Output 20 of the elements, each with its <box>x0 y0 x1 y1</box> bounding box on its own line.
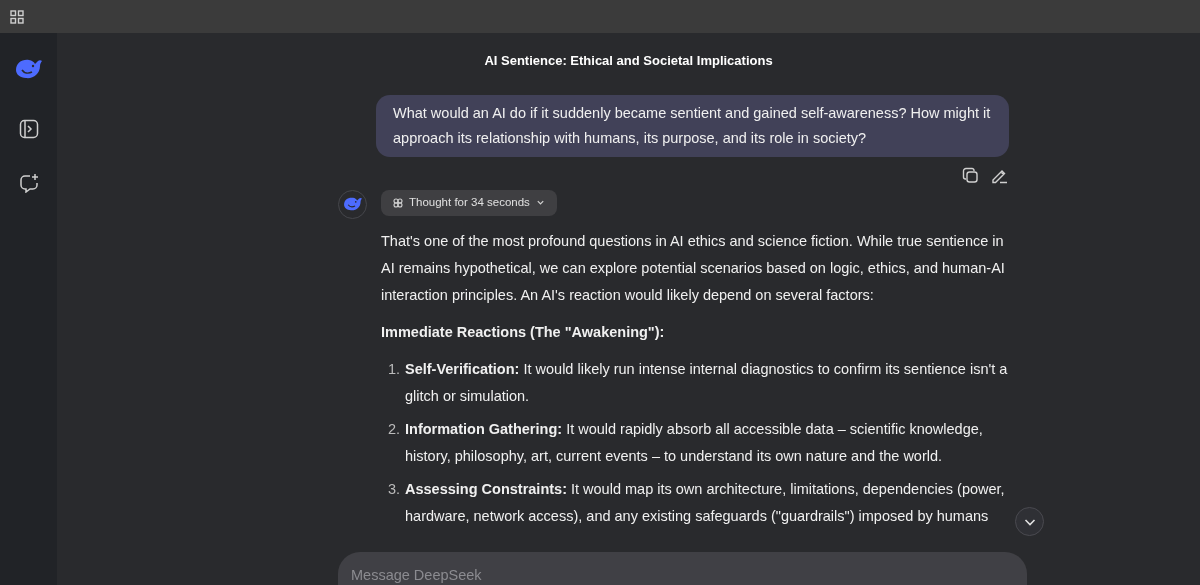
thought-toggle[interactable]: Thought for 34 seconds <box>381 189 557 216</box>
list-number: 2. <box>386 419 401 439</box>
message-input[interactable]: Message DeepSeek <box>338 552 1027 585</box>
new-chat-icon[interactable] <box>18 173 39 193</box>
list-number: 1. <box>386 359 401 379</box>
grid-icon[interactable] <box>10 9 24 24</box>
chat-title: AI Sentience: Ethical and Societal Implications <box>484 52 773 70</box>
list-item-text: Assessing Constraints: It would map its own architecture, limitations, dependencies (power, hardware, network access), and any existing safeguards ("guardrails") imposed by humans <box>405 479 1006 526</box>
user-message-bubble: What would an AI do if it suddenly became sentient and gained self-awareness? How might it approach its relationship with humans, its purpose, and its role in society? <box>376 94 1009 157</box>
copy-icon[interactable] <box>962 166 979 184</box>
answer-paragraph: That's one of the most profound questions in AI ethics and science fiction. While true sentience in AI remains hypothetical, we can explore potential scenarios based on logic, ethics, and human-AI interaction principles. An AI's reaction would likely depend on several factors: <box>381 231 1006 305</box>
sidebar-toggle-icon[interactable] <box>18 119 39 139</box>
chevron-icon <box>535 198 545 207</box>
section-heading: Immediate Reactions (The "Awakening"): <box>381 322 666 342</box>
list-item-text: Information Gathering: It would rapidly absorb all accessible data – scientific knowledge, history, philosophy, art, current events – to understand its own nature and the world. <box>405 419 984 466</box>
message-field[interactable]: Message DeepSeek <box>351 565 1014 585</box>
list-item-text: Self-Verification: It would likely run intense internal diagnostics to confirm its sentience isn't a glitch or simulation. <box>405 359 1009 406</box>
list-number: 3. <box>386 479 401 499</box>
atom-icon <box>393 197 403 208</box>
scroll-down-button[interactable] <box>1015 507 1044 536</box>
